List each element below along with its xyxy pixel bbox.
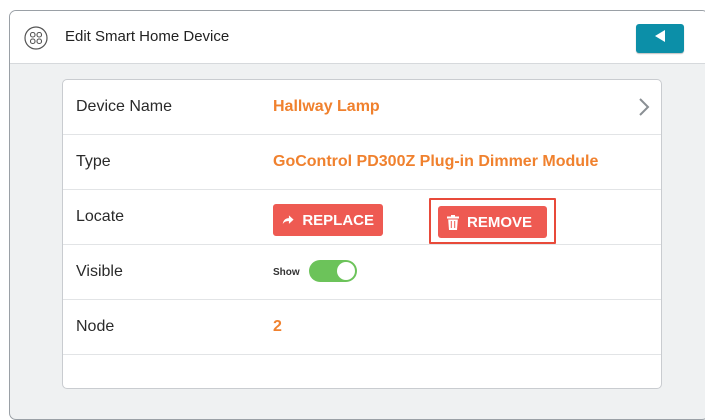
back-button[interactable] bbox=[636, 24, 684, 53]
chevron-right-icon[interactable] bbox=[637, 97, 651, 117]
locate-row: Locate REPLACE REMOVE bbox=[63, 190, 661, 245]
device-grid-icon bbox=[24, 26, 48, 50]
visible-label: Visible bbox=[76, 263, 123, 280]
node-label: Node bbox=[76, 318, 115, 335]
share-arrow-icon bbox=[282, 215, 294, 225]
header-bar: Edit Smart Home Device bbox=[10, 11, 705, 64]
toggle-label: Show bbox=[273, 267, 300, 278]
device-name-value: Hallway Lamp bbox=[273, 98, 380, 115]
replace-button[interactable]: REPLACE bbox=[273, 204, 383, 236]
page-title: Edit Smart Home Device bbox=[65, 28, 230, 45]
remove-highlight: REMOVE bbox=[429, 198, 556, 244]
type-label: Type bbox=[76, 153, 111, 170]
remove-label: REMOVE bbox=[467, 213, 533, 231]
trash-icon bbox=[447, 214, 459, 230]
type-row: Type GoControl PD300Z Plug-in Dimmer Mod… bbox=[63, 135, 661, 190]
remove-button[interactable]: REMOVE bbox=[438, 206, 547, 238]
back-arrow-icon bbox=[653, 29, 667, 48]
locate-label: Locate bbox=[76, 208, 125, 225]
visible-toggle[interactable] bbox=[309, 260, 357, 282]
app-window: Edit Smart Home Device Device Name Hallw… bbox=[9, 10, 705, 420]
device-name-label: Device Name bbox=[76, 98, 173, 115]
type-value: GoControl PD300Z Plug-in Dimmer Module bbox=[273, 153, 599, 170]
toggle-knob bbox=[337, 262, 355, 280]
node-row: Node 2 bbox=[63, 300, 661, 355]
device-name-row[interactable]: Device Name Hallway Lamp bbox=[63, 80, 661, 135]
node-value: 2 bbox=[273, 318, 282, 335]
device-settings-card: Device Name Hallway Lamp Type GoControl … bbox=[62, 79, 662, 389]
replace-label: REPLACE bbox=[302, 211, 374, 229]
visible-row: Visible Show bbox=[63, 245, 661, 300]
